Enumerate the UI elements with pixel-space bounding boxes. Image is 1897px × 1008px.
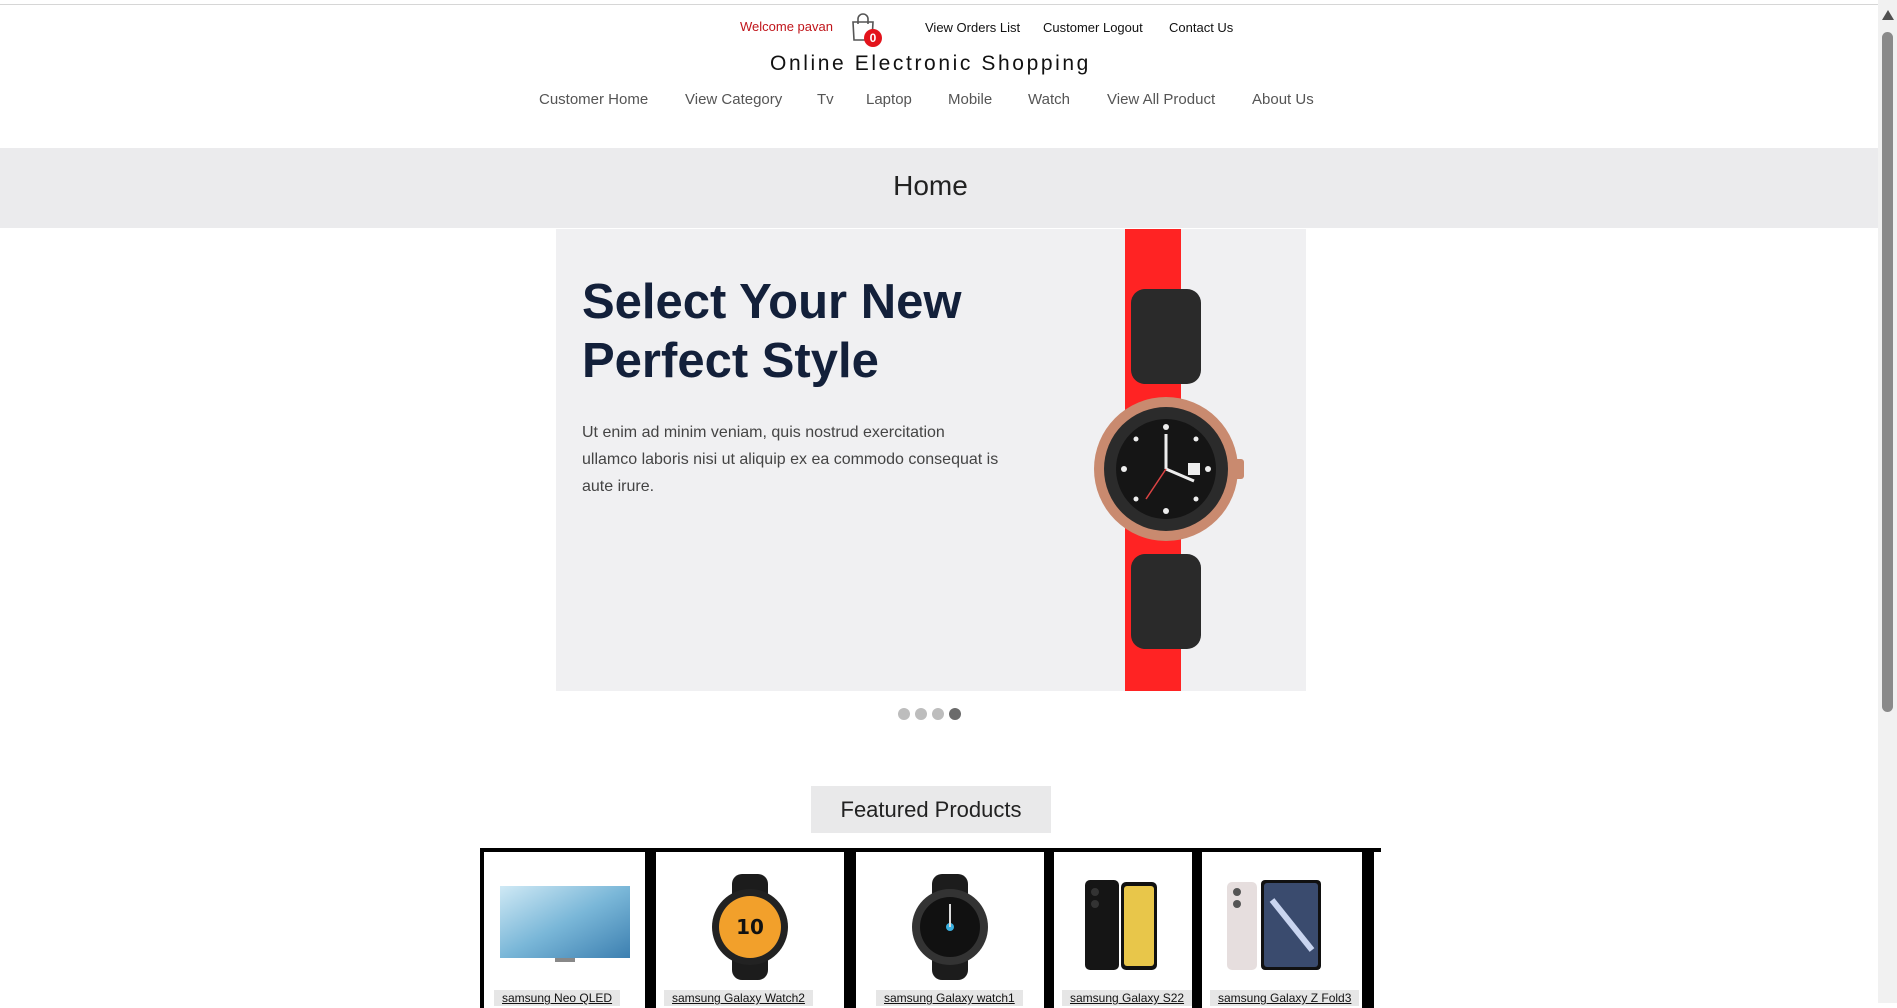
top-bar: Welcome pavan 0 View Orders List Custome… — [0, 10, 1878, 47]
watch-image — [1094, 289, 1244, 649]
page-header-band: Home — [0, 148, 1878, 228]
product-label[interactable]: samsung Galaxy watch1 — [876, 990, 1023, 1006]
featured-products-heading: Featured Products — [811, 786, 1051, 833]
customer-logout-link[interactable]: Customer Logout — [1043, 20, 1143, 35]
view-orders-link[interactable]: View Orders List — [925, 20, 1020, 35]
slider-dot-4-active[interactable] — [949, 708, 961, 720]
welcome-text: Welcome pavan — [740, 19, 833, 34]
nav-watch[interactable]: Watch — [1028, 91, 1070, 108]
nav-view-category[interactable]: View Category — [685, 91, 782, 108]
product-label[interactable]: samsung Neo QLED — [494, 990, 621, 1006]
nav-customer-home[interactable]: Customer Home — [539, 91, 648, 108]
contact-us-link[interactable]: Contact Us — [1169, 20, 1233, 35]
scroll-thumb[interactable] — [1882, 32, 1893, 712]
product-label[interactable]: samsung Galaxy Z Fold3 — [1210, 990, 1360, 1006]
page-title: Home — [893, 170, 968, 201]
product-label[interactable]: samsung Galaxy Watch2 — [664, 990, 813, 1006]
product-card[interactable]: samsung Galaxy Z Fold3 — [1202, 852, 1362, 1008]
phone-image — [1085, 880, 1157, 970]
smartwatch-image — [912, 874, 988, 980]
nav-about-us[interactable]: About Us — [1252, 91, 1314, 108]
product-card[interactable]: samsung Galaxy S22 — [1054, 852, 1193, 1008]
nav-laptop[interactable]: Laptop — [866, 91, 912, 108]
site-brand[interactable]: Online Electronic Shopping — [0, 52, 1861, 76]
cart-count-badge: 0 — [864, 29, 882, 47]
hero-slider[interactable]: Select Your New Perfect Style Ut enim ad… — [556, 229, 1306, 691]
tv-image — [500, 886, 630, 962]
cart-button[interactable]: 0 — [848, 12, 882, 48]
foldable-phone-image — [1227, 880, 1321, 970]
slider-dot-2[interactable] — [915, 708, 927, 720]
nav-mobile[interactable]: Mobile — [948, 91, 992, 108]
top-border — [0, 4, 1878, 5]
featured-title: Featured Products — [840, 797, 1022, 822]
product-card[interactable]: 10 samsung Galaxy Watch2 — [656, 852, 844, 1008]
product-card-partial[interactable] — [1374, 852, 1381, 1008]
hero-title: Select Your New Perfect Style — [582, 275, 962, 388]
slider-dot-1[interactable] — [898, 708, 910, 720]
hero-text: Ut enim ad minim veniam, quis nostrud ex… — [582, 424, 999, 495]
slider-dot-3[interactable] — [932, 708, 944, 720]
nav-tv[interactable]: Tv — [817, 91, 834, 108]
scroll-up-arrow-icon[interactable] — [1882, 10, 1894, 20]
product-card[interactable]: samsung Neo QLED — [484, 852, 645, 1008]
svg-text:10: 10 — [736, 915, 764, 939]
nav-view-all-product[interactable]: View All Product — [1107, 91, 1215, 108]
product-label[interactable]: samsung Galaxy S22 — [1062, 990, 1193, 1006]
main-nav: Customer Home View Category Tv Laptop Mo… — [0, 91, 1878, 113]
product-card[interactable]: samsung Galaxy watch1 — [856, 852, 1044, 1008]
page-scrollbar[interactable] — [1878, 0, 1897, 1003]
smartwatch-image: 10 — [712, 874, 788, 980]
featured-products-strip: samsung Neo QLED 10 samsung Galaxy Watch… — [480, 848, 1381, 1008]
